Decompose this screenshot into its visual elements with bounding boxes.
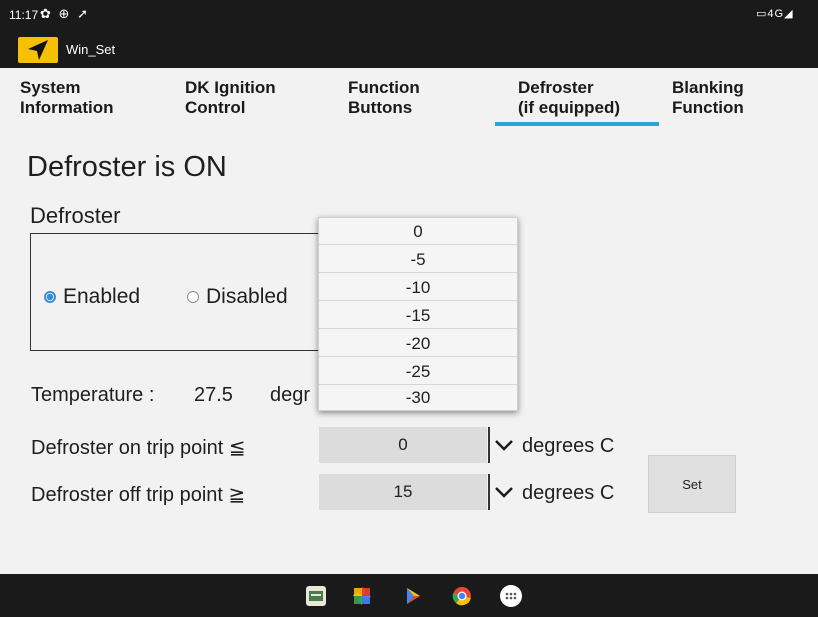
gear-icon: ✿	[40, 6, 53, 21]
defroster-section-label: Defroster	[30, 203, 121, 228]
tab-system-information[interactable]: System Information	[20, 78, 114, 118]
tab-label-line2: Control	[185, 98, 246, 117]
status-bar	[0, 0, 818, 30]
tab-defroster[interactable]: Defroster (if equipped)	[518, 78, 620, 118]
photos-icon[interactable]	[352, 586, 372, 606]
selected-tab-indicator	[495, 122, 659, 126]
on-trip-value: 0	[398, 435, 408, 454]
tab-label-line2: Buttons	[348, 98, 413, 117]
radio-enabled[interactable]: Enabled	[44, 285, 140, 309]
status-time: 11:17	[9, 8, 39, 22]
battery-icon: ▭	[756, 8, 768, 20]
tab-function-buttons[interactable]: Function Buttons	[348, 78, 420, 118]
app-title: Win_Set	[66, 42, 116, 57]
spinner-divider	[488, 427, 490, 463]
dropdown-option[interactable]: -10	[319, 274, 517, 301]
dropdown-option[interactable]: 0	[319, 218, 517, 245]
set-button[interactable]: Set	[648, 455, 736, 513]
temperature-value: 27.5	[194, 384, 233, 406]
defroster-state-title: Defroster is ON	[27, 151, 227, 183]
on-trip-label: Defroster on trip point ≦	[31, 437, 246, 459]
tab-label-line1: DK Ignition	[185, 78, 276, 97]
off-trip-spinner[interactable]: 15	[319, 474, 487, 510]
tab-label-line2: Function	[672, 98, 744, 117]
files-icon[interactable]	[306, 586, 326, 606]
vpn-icon: ⊕	[58, 6, 72, 21]
tab-label-line2: (if equipped)	[518, 98, 620, 117]
radio-disabled-label: Disabled	[206, 285, 288, 308]
tab-blanking-function[interactable]: Blanking Function	[672, 78, 744, 118]
tab-label-line1: Function	[348, 78, 420, 97]
signal-battery-indicators: ▭4G◢	[756, 7, 794, 20]
network-type: 4G	[767, 8, 785, 20]
off-trip-value: 15	[393, 482, 413, 501]
off-trip-label: Defroster off trip point ≧	[31, 484, 246, 506]
radio-unchecked-icon	[187, 291, 199, 303]
chevron-down-icon[interactable]	[492, 474, 516, 510]
dropdown-option[interactable]: -30	[319, 384, 517, 411]
spinner-divider	[488, 474, 490, 510]
status-icons: ✿ ⊕ ➚	[40, 6, 90, 22]
dropdown-option[interactable]: -25	[319, 358, 517, 385]
dropdown-option[interactable]: -15	[319, 302, 517, 329]
app-bar	[0, 30, 818, 68]
radio-checked-icon	[44, 291, 56, 303]
tab-label-line2: Information	[20, 98, 114, 117]
tab-label-line1: System	[20, 78, 81, 97]
dropdown-option[interactable]: -5	[319, 246, 517, 273]
tab-dk-ignition-control[interactable]: DK Ignition Control	[185, 78, 276, 118]
temperature-unit: degr	[270, 384, 311, 406]
chrome-icon[interactable]	[452, 586, 472, 606]
dropdown-option[interactable]: -20	[319, 330, 517, 357]
signal-icon: ◢	[784, 8, 794, 20]
radio-enabled-label: Enabled	[63, 285, 141, 308]
app-drawer-icon[interactable]	[500, 585, 522, 607]
location-arrow-icon: ➚	[77, 6, 90, 21]
off-trip-unit: degrees C	[522, 482, 615, 504]
on-trip-unit: degrees C	[522, 435, 615, 457]
tab-label-line1: Blanking	[672, 78, 744, 97]
on-trip-spinner[interactable]: 0	[319, 427, 487, 463]
temperature-label: Temperature :	[31, 384, 155, 406]
radio-disabled[interactable]: Disabled	[187, 285, 288, 309]
tab-label-line1: Defroster	[518, 78, 594, 97]
navigation-arrow-icon	[18, 37, 58, 63]
chevron-down-icon[interactable]	[492, 427, 516, 463]
play-store-icon[interactable]	[403, 586, 423, 606]
trip-point-dropdown: 0 -5 -10 -15 -20 -25 -30	[318, 217, 518, 411]
